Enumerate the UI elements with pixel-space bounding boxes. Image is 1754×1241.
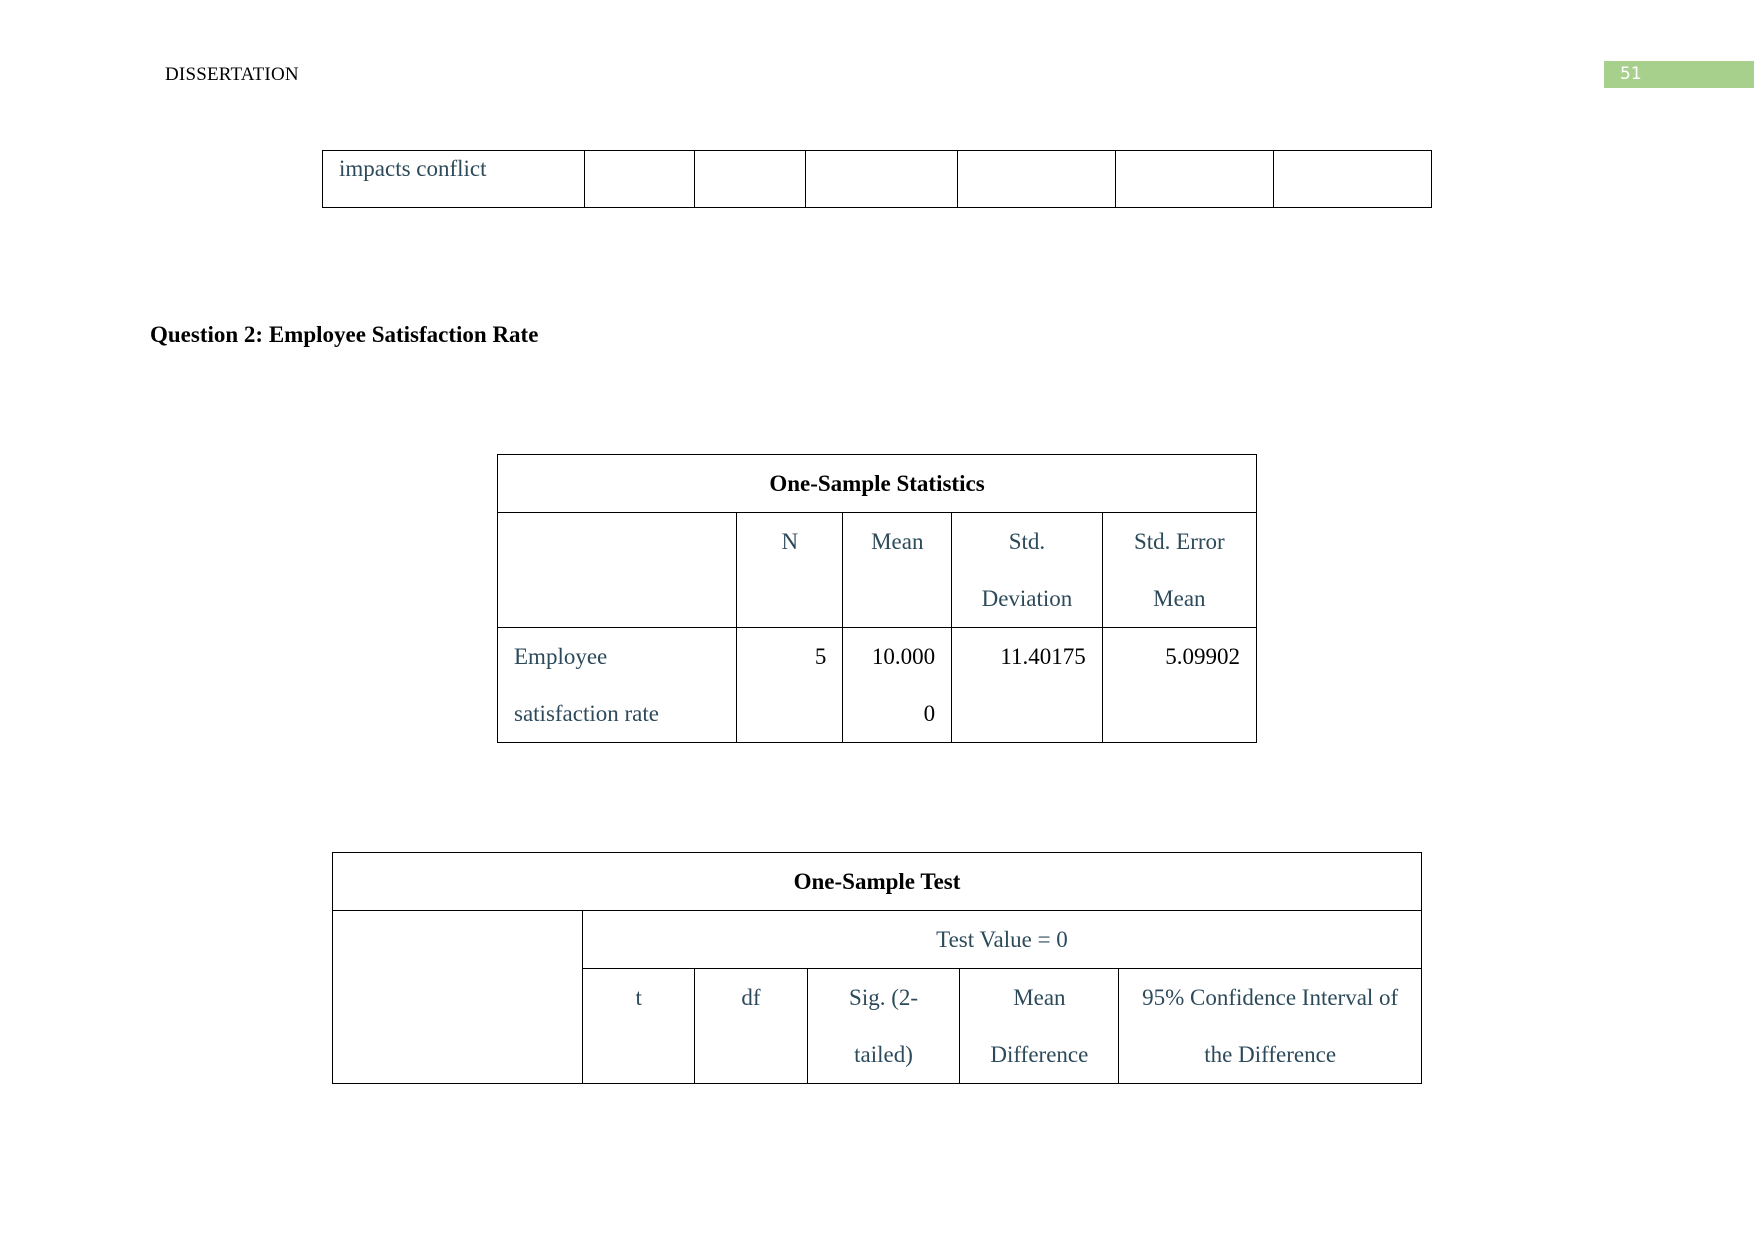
continued-table: impacts conflict bbox=[322, 150, 1433, 208]
header-line: tailed) bbox=[854, 1042, 913, 1067]
header-cell-mean-diff: Mean Difference bbox=[959, 968, 1120, 1084]
header-line: Mean bbox=[1153, 586, 1206, 611]
table-header-row: N Mean Std. Deviation Std. Error Mean bbox=[496, 512, 1258, 628]
table-cell-empty bbox=[956, 150, 1116, 208]
table-cell-label: impacts conflict bbox=[322, 150, 585, 208]
table-title: One-Sample Statistics bbox=[497, 454, 1257, 513]
table-cell-empty bbox=[1272, 150, 1433, 208]
header-line: Mean bbox=[1013, 985, 1066, 1010]
header-line: t bbox=[635, 985, 642, 1010]
header-cell-mean: Mean bbox=[842, 512, 953, 628]
table-cell-empty bbox=[804, 150, 958, 208]
header-cell-n: N bbox=[736, 512, 844, 628]
section-heading: Question 2: Employee Satisfaction Rate bbox=[150, 322, 539, 347]
header-cell-sig: Sig. (2- tailed) bbox=[806, 968, 961, 1084]
cell-line: 0 bbox=[923, 701, 936, 726]
row-label-line: satisfaction rate bbox=[514, 701, 659, 726]
row-label: Employee satisfaction rate bbox=[496, 627, 738, 743]
table-title: One-Sample Test bbox=[332, 852, 1422, 911]
cell-std-err: 5.09902 bbox=[1101, 627, 1258, 743]
header-line: df bbox=[741, 985, 761, 1010]
cell-mean: 10.000 0 bbox=[842, 627, 953, 743]
header-line: Difference bbox=[990, 1042, 1089, 1067]
test-value-cell: Test Value = 0 bbox=[581, 910, 1423, 969]
header-line: 95% Confidence Interval of bbox=[1142, 985, 1399, 1010]
table-title-row: One-Sample Statistics bbox=[497, 454, 1257, 513]
table-cell-empty bbox=[1114, 150, 1274, 208]
header-line: Deviation bbox=[981, 586, 1073, 611]
header-cell-t: t bbox=[581, 968, 696, 1084]
table-row: impacts conflict bbox=[322, 150, 1433, 208]
table-cell-empty bbox=[583, 150, 696, 208]
header-line: Sig. (2- bbox=[849, 985, 919, 1010]
header-cell-std-err: Std. Error Mean bbox=[1101, 512, 1258, 628]
cell-line: 10.000 bbox=[871, 644, 936, 669]
cell-n: 5 bbox=[736, 627, 844, 743]
header-line: the Difference bbox=[1204, 1042, 1337, 1067]
one-sample-statistics-table: One-Sample Statistics N Mean Std. Deviat… bbox=[496, 454, 1258, 743]
table-row: Employee satisfaction rate 5 10.000 0 11… bbox=[496, 627, 1258, 743]
header-cell-empty bbox=[496, 512, 738, 628]
header-line: Std. bbox=[1008, 529, 1046, 554]
header-cell-empty bbox=[332, 910, 583, 1084]
table-title-row: One-Sample Test bbox=[332, 852, 1422, 911]
header-cell-std-dev: Std. Deviation bbox=[951, 512, 1103, 628]
test-value-row: Test Value = 0 bbox=[332, 910, 1423, 1084]
row-label-line: Employee bbox=[514, 644, 608, 669]
one-sample-test-table: One-Sample Test Test Value = 0 t df Sig.… bbox=[332, 852, 1423, 1084]
table-cell-empty bbox=[694, 150, 806, 208]
header-line: Std. Error bbox=[1134, 529, 1225, 554]
header-cell-df: df bbox=[694, 968, 808, 1084]
header-cell-ci: 95% Confidence Interval of the Differenc… bbox=[1118, 968, 1422, 1084]
page-number-badge: 51 bbox=[1604, 61, 1754, 88]
running-header: DISSERTATION bbox=[165, 64, 299, 85]
cell-std-dev: 11.40175 bbox=[951, 627, 1103, 743]
